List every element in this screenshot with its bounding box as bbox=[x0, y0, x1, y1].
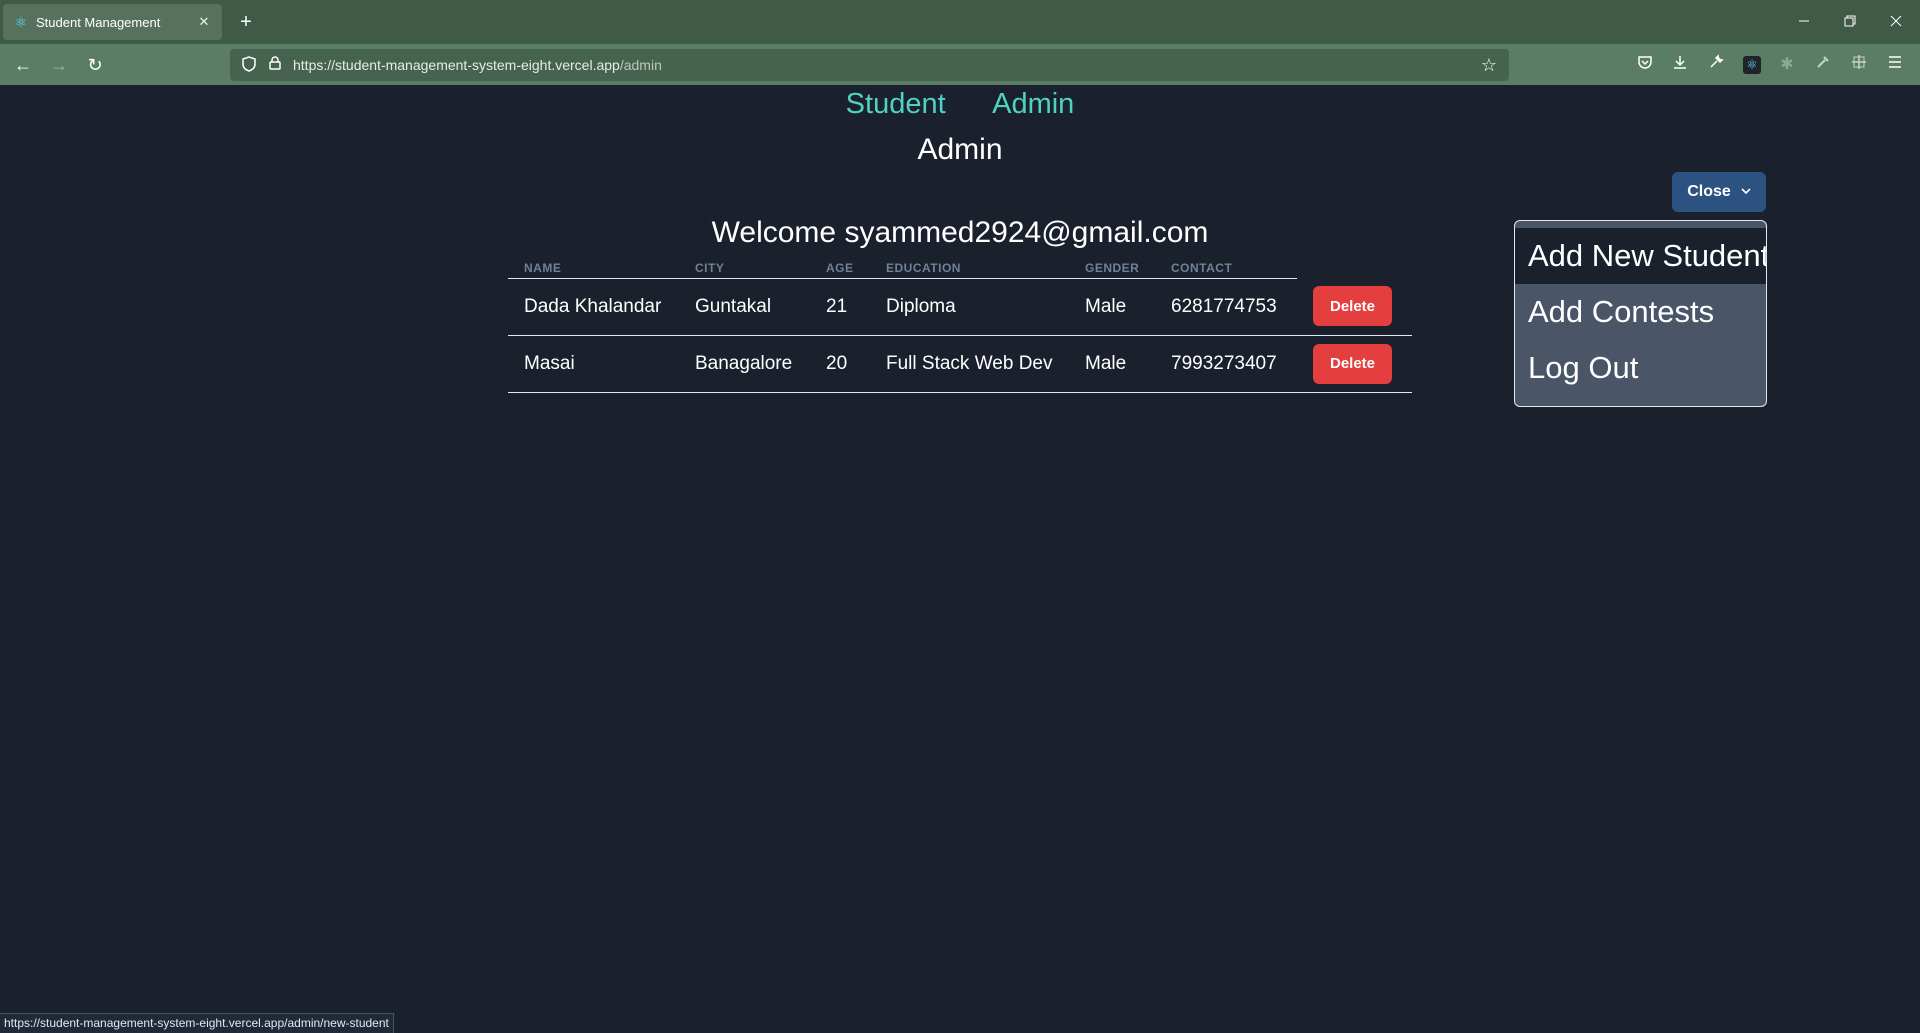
bookmark-star-icon[interactable]: ☆ bbox=[1479, 55, 1499, 75]
grid-extension-icon[interactable] bbox=[1848, 54, 1870, 76]
cell-age: 21 bbox=[810, 278, 870, 336]
cell-age: 20 bbox=[810, 335, 870, 393]
react-favicon-icon: ⚛ bbox=[14, 14, 28, 30]
column-header-gender: GENDER bbox=[1069, 258, 1155, 279]
chevron-down-icon bbox=[1741, 186, 1751, 198]
welcome-message: Welcome syammed2924@gmail.com bbox=[711, 216, 1209, 249]
menu-hamburger-icon[interactable] bbox=[1884, 54, 1906, 76]
cell-actions: Delete bbox=[1297, 278, 1412, 336]
tab-close-icon[interactable]: ✕ bbox=[196, 14, 212, 30]
cell-name: Dada Khalandar bbox=[508, 278, 679, 336]
table-header-row: NAME CITY AGE EDUCATION GENDER CONTACT bbox=[508, 258, 1412, 279]
menu-item-log-out[interactable]: Log Out bbox=[1515, 340, 1766, 396]
url-text[interactable]: https://student-management-system-eight.… bbox=[293, 57, 662, 73]
menu-toggle-label: Close bbox=[1687, 183, 1731, 200]
url-path: /admin bbox=[619, 57, 662, 73]
cell-education: Full Stack Web Dev bbox=[870, 335, 1069, 393]
dropdown-menu: Add New Student Add Contests Log Out bbox=[1514, 220, 1767, 407]
cell-education: Diploma bbox=[870, 278, 1069, 336]
lock-icon[interactable] bbox=[266, 56, 284, 74]
new-tab-button[interactable]: + bbox=[234, 10, 258, 34]
delete-button[interactable]: Delete bbox=[1313, 343, 1392, 384]
cell-contact: 6281774753 bbox=[1155, 278, 1297, 336]
back-arrow-icon[interactable]: ← bbox=[10, 52, 36, 78]
nav-link-admin[interactable]: Admin bbox=[992, 88, 1074, 121]
column-header-education: EDUCATION bbox=[870, 258, 1069, 279]
cell-gender: Male bbox=[1069, 335, 1155, 393]
url-base: https://student-management-system-eight.… bbox=[293, 57, 620, 73]
menu-item-add-new-student[interactable]: Add New Student bbox=[1515, 228, 1766, 284]
column-header-city: CITY bbox=[679, 258, 810, 279]
cell-gender: Male bbox=[1069, 278, 1155, 336]
status-bar-url: https://student-management-system-eight.… bbox=[0, 1013, 394, 1033]
menu-item-add-contests[interactable]: Add Contests bbox=[1515, 284, 1766, 340]
browser-toolbar: ← → ↻ https://student-management-system-… bbox=[0, 44, 1920, 85]
pocket-icon[interactable] bbox=[1634, 54, 1656, 76]
browser-tab-bar: ⚛ Student Management ✕ + bbox=[0, 0, 1920, 44]
shield-icon[interactable] bbox=[240, 56, 258, 74]
students-table: NAME CITY AGE EDUCATION GENDER CONTACT D… bbox=[508, 258, 1412, 393]
column-header-contact: CONTACT bbox=[1155, 258, 1297, 279]
top-navigation: Student Admin bbox=[0, 88, 1920, 121]
reload-icon[interactable]: ↻ bbox=[82, 52, 108, 78]
restore-icon[interactable] bbox=[1828, 8, 1872, 36]
react-devtools-icon[interactable]: ⚛ bbox=[1741, 54, 1763, 76]
minimize-icon[interactable] bbox=[1782, 8, 1826, 36]
cell-city: Guntakal bbox=[679, 278, 810, 336]
cell-name: Masai bbox=[508, 335, 679, 393]
extension-icon[interactable]: ✱ bbox=[1776, 54, 1798, 76]
eyedropper-icon[interactable] bbox=[1812, 54, 1834, 76]
window-close-icon[interactable] bbox=[1874, 8, 1918, 36]
nav-link-student[interactable]: Student bbox=[846, 88, 946, 121]
column-header-age: AGE bbox=[810, 258, 870, 279]
cell-contact: 7993273407 bbox=[1155, 335, 1297, 393]
cell-actions: Delete bbox=[1297, 335, 1412, 393]
page-title: Admin bbox=[917, 133, 1003, 166]
menu-toggle-button[interactable]: Close bbox=[1672, 172, 1766, 212]
delete-button[interactable]: Delete bbox=[1313, 286, 1392, 327]
wrench-icon[interactable] bbox=[1705, 54, 1727, 76]
forward-arrow-icon[interactable]: → bbox=[46, 52, 72, 78]
table-row: Dada Khalandar Guntakal 21 Diploma Male … bbox=[508, 278, 1412, 336]
table-row: Masai Banagalore 20 Full Stack Web Dev M… bbox=[508, 335, 1412, 393]
column-header-actions bbox=[1297, 258, 1412, 278]
tab-title: Student Management bbox=[36, 14, 161, 30]
browser-tab[interactable]: ⚛ Student Management ✕ bbox=[3, 4, 222, 40]
download-icon[interactable] bbox=[1669, 54, 1691, 76]
address-bar[interactable]: https://student-management-system-eight.… bbox=[230, 49, 1509, 81]
column-header-name: NAME bbox=[508, 258, 679, 279]
cell-city: Banagalore bbox=[679, 335, 810, 393]
